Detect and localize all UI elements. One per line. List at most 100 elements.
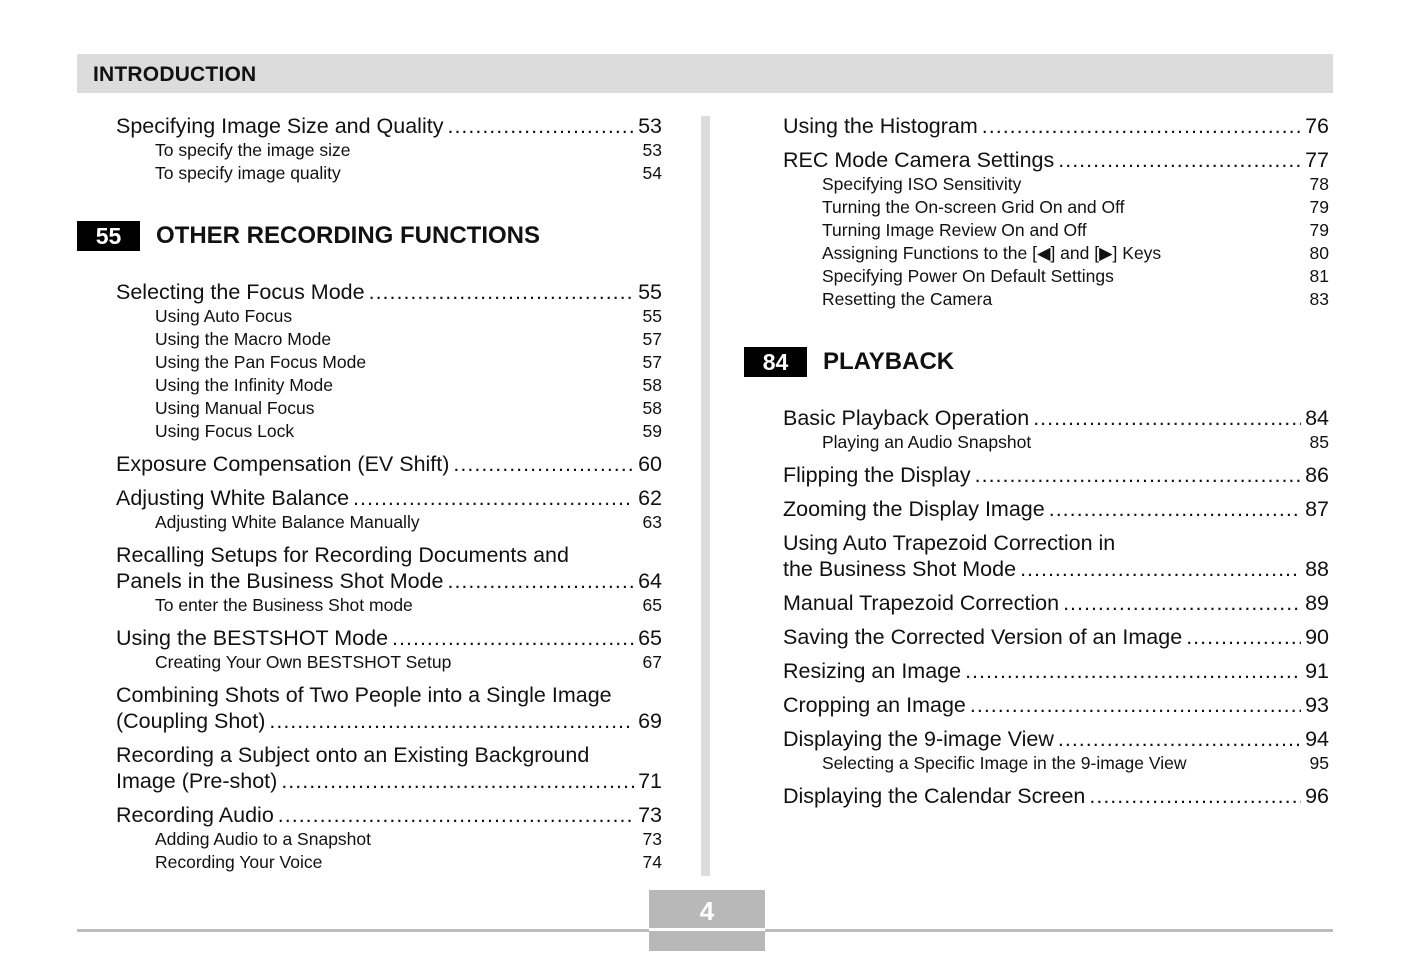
- toc-entry[interactable]: Saving the Corrected Version of an Image…: [783, 624, 1329, 650]
- toc-entry-title[interactable]: Selecting the Focus Mode: [116, 279, 365, 305]
- toc-entry-title[interactable]: Displaying the 9-image View: [783, 726, 1054, 752]
- toc-subentry[interactable]: Recording Your Voice 74: [116, 851, 662, 874]
- toc-entry[interactable]: Using the BESTSHOT Mode 65Creating Your O…: [116, 625, 662, 674]
- toc-entry[interactable]: Adjusting White Balance 62Adjusting White…: [116, 485, 662, 534]
- toc-subentry-title[interactable]: Using Auto Focus: [155, 305, 643, 328]
- toc-entry-line[interactable]: Displaying the 9-image View 94: [783, 726, 1329, 752]
- toc-subentry[interactable]: Using the Macro Mode 57: [116, 328, 662, 351]
- toc-entry-title-line1[interactable]: Combining Shots of Two People into a Sin…: [116, 682, 662, 708]
- toc-entry-page[interactable]: 71: [638, 768, 662, 794]
- toc-entry-line[interactable]: Using the BESTSHOT Mode 65: [116, 625, 662, 651]
- toc-entry[interactable]: Combining Shots of Two People into a Sin…: [116, 682, 662, 734]
- toc-entry-page[interactable]: 86: [1305, 462, 1329, 488]
- toc-subentry-title[interactable]: Specifying ISO Sensitivity: [822, 173, 1310, 196]
- toc-subentry-page[interactable]: 73: [643, 828, 662, 851]
- toc-entry-line[interactable]: Recording Audio 73: [116, 802, 662, 828]
- toc-subentry-page[interactable]: 74: [643, 851, 662, 874]
- toc-subentry[interactable]: Using Focus Lock 59: [116, 420, 662, 443]
- toc-subentry-page[interactable]: 78: [1310, 173, 1329, 196]
- toc-subentry-title[interactable]: To specify the image size: [155, 139, 643, 162]
- toc-subentry-title[interactable]: To enter the Business Shot mode: [155, 594, 643, 617]
- toc-subentry-page[interactable]: 58: [643, 374, 662, 397]
- toc-entry[interactable]: Zooming the Display Image 87: [783, 496, 1329, 522]
- toc-subentry[interactable]: Assigning Functions to the [◀] and [▶] K…: [783, 242, 1329, 265]
- toc-entry[interactable]: Displaying the 9-image View 94Selecting a…: [783, 726, 1329, 775]
- toc-entry[interactable]: Recording a Subject onto an Existing Bac…: [116, 742, 662, 794]
- toc-entry-page[interactable]: 60: [638, 451, 662, 477]
- toc-entry-page[interactable]: 53: [638, 113, 662, 139]
- toc-subentry-page[interactable]: 57: [643, 328, 662, 351]
- toc-entry-line[interactable]: Specifying Image Size and Quality 53: [116, 113, 662, 139]
- toc-entry-page[interactable]: 73: [638, 802, 662, 828]
- toc-subentry-title[interactable]: Using Manual Focus: [155, 397, 643, 420]
- toc-subentry-title[interactable]: Adjusting White Balance Manually: [155, 511, 643, 534]
- toc-subentry-title[interactable]: Specifying Power On Default Settings: [822, 265, 1310, 288]
- toc-entry-page[interactable]: 96: [1305, 783, 1329, 809]
- toc-subentry-title[interactable]: Using Focus Lock: [155, 420, 643, 443]
- toc-entry-page[interactable]: 88: [1305, 556, 1329, 582]
- toc-entry-line[interactable]: Flipping the Display 86: [783, 462, 1329, 488]
- toc-subentry[interactable]: Using the Infinity Mode 58: [116, 374, 662, 397]
- toc-entry[interactable]: Displaying the Calendar Screen 96: [783, 783, 1329, 809]
- toc-entry-title[interactable]: REC Mode Camera Settings: [783, 147, 1054, 173]
- toc-subentry[interactable]: Using the Pan Focus Mode 57: [116, 351, 662, 374]
- toc-entry[interactable]: Cropping an Image 93: [783, 692, 1329, 718]
- toc-entry[interactable]: Resizing an Image 91: [783, 658, 1329, 684]
- toc-entry-line[interactable]: Panels in the Business Shot Mode 64: [116, 568, 662, 594]
- toc-entry-title[interactable]: Using the Histogram: [783, 113, 978, 139]
- toc-subentry-title[interactable]: Recording Your Voice: [155, 851, 643, 874]
- toc-entry-page[interactable]: 93: [1305, 692, 1329, 718]
- toc-subentry[interactable]: Specifying ISO Sensitivity 78: [783, 173, 1329, 196]
- toc-entry-line[interactable]: Zooming the Display Image 87: [783, 496, 1329, 522]
- toc-entry[interactable]: Selecting the Focus Mode 55Using Auto Foc…: [116, 279, 662, 443]
- toc-subentry[interactable]: Using Manual Focus 58: [116, 397, 662, 420]
- toc-entry-line[interactable]: Image (Pre-shot) 71: [116, 768, 662, 794]
- toc-subentry-page[interactable]: 79: [1310, 196, 1329, 219]
- toc-entry[interactable]: Recording Audio 73Adding Audio to a Snaps…: [116, 802, 662, 874]
- toc-subentry-title[interactable]: Creating Your Own BESTSHOT Setup: [155, 651, 643, 674]
- toc-subentry-title[interactable]: Using the Macro Mode: [155, 328, 643, 351]
- toc-entry-title[interactable]: Manual Trapezoid Correction: [783, 590, 1059, 616]
- toc-subentry-title[interactable]: Assigning Functions to the [◀] and [▶] K…: [822, 242, 1310, 265]
- toc-subentry-page[interactable]: 53: [643, 139, 662, 162]
- toc-entry-title[interactable]: Zooming the Display Image: [783, 496, 1045, 522]
- toc-subentry-page[interactable]: 83: [1310, 288, 1329, 311]
- toc-entry-title[interactable]: Basic Playback Operation: [783, 405, 1029, 431]
- toc-entry-page[interactable]: 76: [1305, 113, 1329, 139]
- toc-entry-line[interactable]: the Business Shot Mode 88: [783, 556, 1329, 582]
- toc-entry-title[interactable]: Recording Audio: [116, 802, 274, 828]
- toc-subentry-page[interactable]: 57: [643, 351, 662, 374]
- toc-subentry-page[interactable]: 95: [1310, 752, 1329, 775]
- toc-entry-line[interactable]: Adjusting White Balance 62: [116, 485, 662, 511]
- toc-entry[interactable]: Exposure Compensation (EV Shift) 60: [116, 451, 662, 477]
- toc-entry-title[interactable]: the Business Shot Mode: [783, 556, 1016, 582]
- toc-entry-title[interactable]: Specifying Image Size and Quality: [116, 113, 443, 139]
- toc-entry-line[interactable]: Selecting the Focus Mode 55: [116, 279, 662, 305]
- toc-entry-title[interactable]: Panels in the Business Shot Mode: [116, 568, 443, 594]
- toc-entry-page[interactable]: 64: [638, 568, 662, 594]
- toc-subentry[interactable]: Resetting the Camera 83: [783, 288, 1329, 311]
- toc-entry-page[interactable]: 55: [638, 279, 662, 305]
- section-page-badge[interactable]: 55: [77, 221, 140, 251]
- toc-subentry-title[interactable]: Playing an Audio Snapshot: [822, 431, 1310, 454]
- toc-entry-title[interactable]: Flipping the Display: [783, 462, 971, 488]
- toc-entry-title[interactable]: Adjusting White Balance: [116, 485, 349, 511]
- toc-subentry-page[interactable]: 59: [643, 420, 662, 443]
- toc-entry-page[interactable]: 94: [1305, 726, 1329, 752]
- toc-entry-page[interactable]: 87: [1305, 496, 1329, 522]
- toc-subentry-page[interactable]: 81: [1310, 265, 1329, 288]
- toc-entry-title-line1[interactable]: Recording a Subject onto an Existing Bac…: [116, 742, 662, 768]
- toc-subentry-title[interactable]: Using the Pan Focus Mode: [155, 351, 643, 374]
- toc-entry-page[interactable]: 84: [1305, 405, 1329, 431]
- toc-subentry-page[interactable]: 65: [643, 594, 662, 617]
- toc-entry-title[interactable]: Resizing an Image: [783, 658, 961, 684]
- toc-entry[interactable]: Recalling Setups for Recording Documents…: [116, 542, 662, 617]
- toc-subentry-page[interactable]: 85: [1310, 431, 1329, 454]
- toc-entry-title[interactable]: (Coupling Shot): [116, 708, 265, 734]
- toc-entry-title[interactable]: Image (Pre-shot): [116, 768, 277, 794]
- toc-entry-title[interactable]: Using the BESTSHOT Mode: [116, 625, 388, 651]
- toc-entry[interactable]: Using the Histogram 76: [783, 113, 1329, 139]
- toc-subentry-title[interactable]: Adding Audio to a Snapshot: [155, 828, 643, 851]
- toc-subentry-page[interactable]: 79: [1310, 219, 1329, 242]
- toc-entry-line[interactable]: Resizing an Image 91: [783, 658, 1329, 684]
